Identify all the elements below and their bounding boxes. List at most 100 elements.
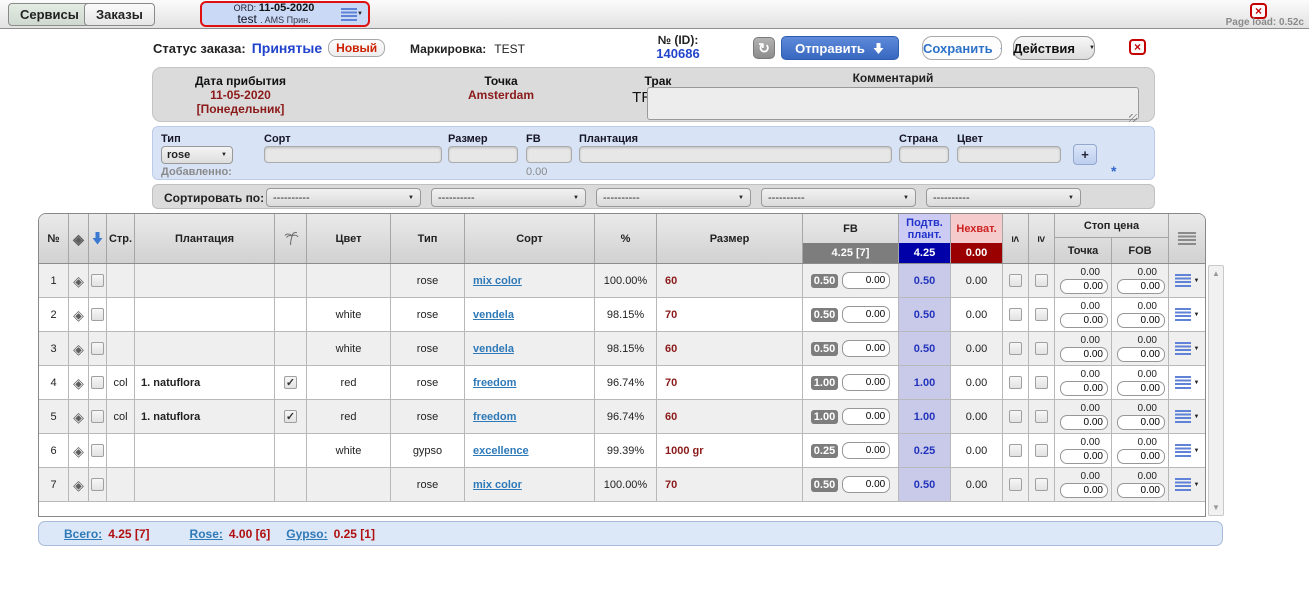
comment-textarea[interactable] xyxy=(647,87,1139,120)
send-button[interactable]: Отправить xyxy=(781,36,899,60)
row-menu-button[interactable]: ▼ xyxy=(1169,264,1205,297)
sort-select-3[interactable]: ----------▼ xyxy=(596,188,751,207)
sort-link[interactable]: freedom xyxy=(473,377,516,389)
diamond-icon[interactable]: ◈ xyxy=(73,444,84,458)
stop-point-input[interactable] xyxy=(1060,415,1108,430)
sort-select-1[interactable]: ----------▼ xyxy=(266,188,421,207)
fb-input[interactable] xyxy=(842,340,890,357)
fb-input[interactable] xyxy=(842,408,890,425)
stop-point-input[interactable] xyxy=(1060,313,1108,328)
sort-input[interactable] xyxy=(264,146,442,163)
row-menu-button[interactable]: ▼ xyxy=(1169,400,1205,433)
type-select[interactable]: rose▼ xyxy=(161,146,233,164)
row-menu-button[interactable]: ▼ xyxy=(1169,468,1205,501)
percent-cell: 100.00% xyxy=(595,468,657,501)
sort-link[interactable]: vendela xyxy=(473,309,514,321)
sort-link[interactable]: excellence xyxy=(473,445,529,457)
stop-fob-input[interactable] xyxy=(1117,347,1165,362)
stop-point-input[interactable] xyxy=(1060,279,1108,294)
scroll-down-icon[interactable]: ▼ xyxy=(1209,503,1223,512)
palm-checkbox[interactable] xyxy=(284,410,297,423)
size-input[interactable] xyxy=(448,146,518,163)
table-scrollbar[interactable]: ▲ ▼ xyxy=(1208,265,1224,516)
orders-button[interactable]: Заказы xyxy=(84,3,155,26)
ge-checkbox[interactable] xyxy=(1035,342,1048,355)
row-checkbox[interactable] xyxy=(91,308,104,321)
row-checkbox[interactable] xyxy=(91,342,104,355)
ge-checkbox[interactable] xyxy=(1035,444,1048,457)
diamond-icon[interactable]: ◈ xyxy=(73,274,84,288)
header-menu-button[interactable] xyxy=(1169,214,1205,263)
actions-button[interactable]: Действия ▼ xyxy=(1013,36,1095,60)
scroll-up-icon[interactable]: ▲ xyxy=(1209,269,1223,278)
page-cell xyxy=(107,332,135,365)
plantation-input[interactable] xyxy=(579,146,892,163)
add-button[interactable]: + xyxy=(1073,144,1097,165)
stop-fob-input[interactable] xyxy=(1117,415,1165,430)
save-button[interactable]: Сохранить xyxy=(922,36,1002,60)
row-checkbox[interactable] xyxy=(91,478,104,491)
row-checkbox[interactable] xyxy=(91,376,104,389)
fb-input[interactable] xyxy=(842,272,890,289)
stop-point-input[interactable] xyxy=(1060,381,1108,396)
row-menu-button[interactable]: ▼ xyxy=(1169,298,1205,331)
close-order-button[interactable]: × xyxy=(1129,39,1146,55)
le-checkbox[interactable] xyxy=(1009,410,1022,423)
sort-link[interactable]: mix color xyxy=(473,275,522,287)
refresh-button[interactable]: ↻ xyxy=(753,37,775,59)
sort-link[interactable]: mix color xyxy=(473,479,522,491)
fb-input[interactable] xyxy=(842,306,890,323)
stop-point-input[interactable] xyxy=(1060,347,1108,362)
sort-link[interactable]: freedom xyxy=(473,411,516,423)
confirmed-cell: 0.50 xyxy=(899,264,951,297)
diamond-icon[interactable]: ◈ xyxy=(73,376,84,390)
ge-checkbox[interactable] xyxy=(1035,478,1048,491)
le-checkbox[interactable] xyxy=(1009,308,1022,321)
fb-input[interactable] xyxy=(842,442,890,459)
row-checkbox[interactable] xyxy=(91,274,104,287)
ge-checkbox[interactable] xyxy=(1035,376,1048,389)
stop-fob-input[interactable] xyxy=(1117,483,1165,498)
stop-fob-input[interactable] xyxy=(1117,381,1165,396)
diamond-icon[interactable]: ◈ xyxy=(73,308,84,322)
fb-filter-input[interactable] xyxy=(526,146,572,163)
fb-input[interactable] xyxy=(842,476,890,493)
le-checkbox[interactable] xyxy=(1009,342,1022,355)
palm-checkbox[interactable] xyxy=(284,376,297,389)
rose-link[interactable]: Rose: xyxy=(190,527,223,541)
diamond-icon[interactable]: ◈ xyxy=(73,410,84,424)
ge-checkbox[interactable] xyxy=(1035,410,1048,423)
stop-fob-input[interactable] xyxy=(1117,449,1165,464)
sort-select-5[interactable]: ----------▼ xyxy=(926,188,1081,207)
stop-point-input[interactable] xyxy=(1060,483,1108,498)
total-link[interactable]: Всего: xyxy=(64,527,102,541)
row-menu-button[interactable]: ▼ xyxy=(1169,332,1205,365)
stop-point-input[interactable] xyxy=(1060,449,1108,464)
order-selector[interactable]: ORD: 11-05-2020 test . AMS Прин. ▼ xyxy=(200,1,370,27)
le-checkbox[interactable] xyxy=(1009,444,1022,457)
resize-handle-icon[interactable] xyxy=(1129,114,1137,122)
sort-select-2[interactable]: ----------▼ xyxy=(431,188,586,207)
ge-checkbox[interactable] xyxy=(1035,274,1048,287)
ge-checkbox[interactable] xyxy=(1035,308,1048,321)
fb-input[interactable] xyxy=(842,374,890,391)
sort-link[interactable]: vendela xyxy=(473,343,514,355)
le-checkbox[interactable] xyxy=(1009,274,1022,287)
menu-icon xyxy=(1175,342,1191,355)
country-input[interactable] xyxy=(899,146,949,163)
services-button[interactable]: Сервисы xyxy=(8,3,91,26)
row-checkbox[interactable] xyxy=(91,410,104,423)
le-checkbox[interactable] xyxy=(1009,376,1022,389)
stop-fob-input[interactable] xyxy=(1117,313,1165,328)
diamond-icon[interactable]: ◈ xyxy=(73,478,84,492)
sort-select-4[interactable]: ----------▼ xyxy=(761,188,916,207)
row-menu-button[interactable]: ▼ xyxy=(1169,434,1205,467)
row-menu-button[interactable]: ▼ xyxy=(1169,366,1205,399)
diamond-icon[interactable]: ◈ xyxy=(73,342,84,356)
row-checkbox[interactable] xyxy=(91,444,104,457)
stop-fob-input[interactable] xyxy=(1117,279,1165,294)
comment-block: Комментарий xyxy=(647,71,1139,125)
gypso-link[interactable]: Gypso: xyxy=(286,527,327,541)
le-checkbox[interactable] xyxy=(1009,478,1022,491)
color-input[interactable] xyxy=(957,146,1061,163)
